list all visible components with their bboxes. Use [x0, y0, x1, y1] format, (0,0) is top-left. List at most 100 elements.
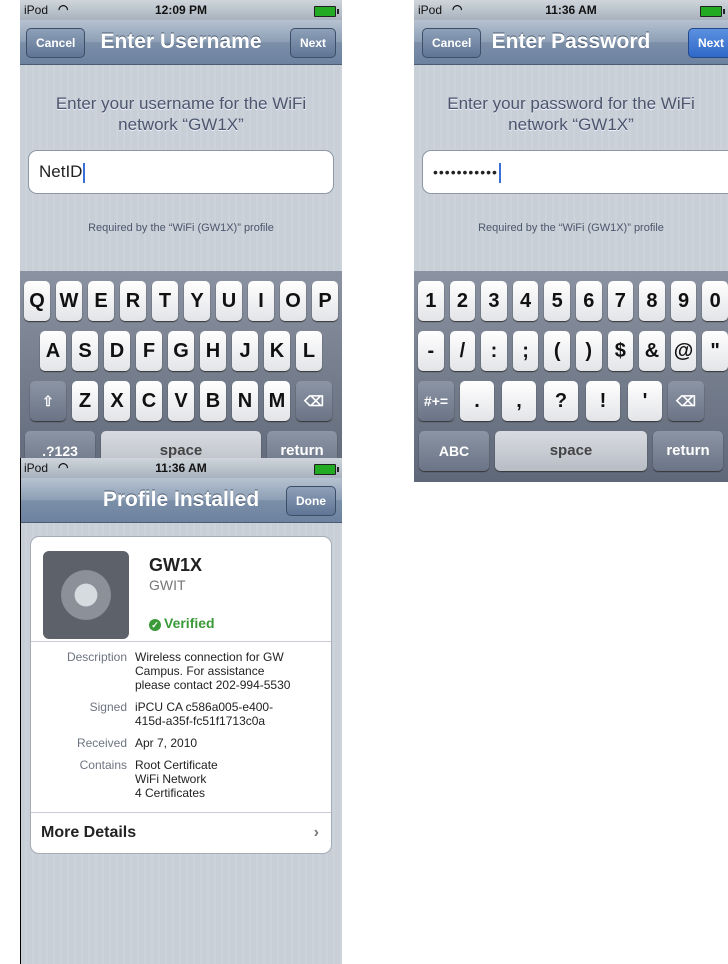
letter-key[interactable]: V — [168, 381, 194, 421]
text-caret — [83, 162, 86, 183]
next-button[interactable]: Next — [289, 28, 336, 58]
letter-key[interactable]: K — [264, 331, 290, 371]
username-field[interactable]: NetID — [28, 150, 334, 194]
symbol-key[interactable]: ( — [544, 331, 570, 371]
username-value: NetID — [39, 162, 83, 181]
clock: 11:36 AM — [155, 461, 207, 475]
letter-key[interactable]: J — [232, 331, 258, 371]
verified-label: Verified — [164, 615, 215, 631]
letter-key[interactable]: W — [56, 281, 82, 321]
battery-icon — [314, 464, 339, 475]
letter-key[interactable]: T — [152, 281, 178, 321]
status-bar: iPod ◠ 12:09 PM — [20, 0, 342, 20]
letter-key[interactable]: D — [104, 331, 130, 371]
digit-key[interactable]: 9 — [670, 281, 697, 321]
check-icon: ✓ — [149, 619, 161, 631]
frame-border — [20, 458, 21, 964]
letter-key[interactable]: C — [136, 381, 162, 421]
profile-note: Required by the “WiFi (GW1X)” profile — [478, 222, 664, 234]
next-button[interactable]: Next — [687, 28, 728, 58]
profile-org: GWIT — [149, 577, 186, 593]
nav-bar: Cancel Enter Password Next — [414, 20, 728, 65]
prompt-text: Enter your password for the WiFi network… — [447, 94, 695, 134]
detail-value: Wireless connection for GW Campus. For a… — [135, 650, 291, 692]
space-key[interactable]: space — [495, 431, 647, 471]
symbol-key[interactable]: " — [702, 331, 728, 371]
digit-key[interactable]: 0 — [702, 281, 728, 321]
profile-installed-screen: iPod ◠ 11:36 AM Profile Installed Done G… — [20, 458, 342, 964]
more-details-row[interactable]: More Details › — [31, 812, 331, 853]
battery-icon — [700, 6, 725, 17]
letters-key[interactable]: ABC — [419, 431, 489, 471]
digit-key[interactable]: 6 — [575, 281, 602, 321]
letter-key[interactable]: Y — [184, 281, 210, 321]
digit-key[interactable]: 5 — [544, 281, 570, 321]
prompt-text: Enter your username for the WiFi network… — [55, 94, 307, 134]
nav-bar: Cancel Enter Username Next — [20, 20, 342, 65]
clock: 11:36 AM — [545, 3, 597, 17]
letter-key[interactable]: B — [200, 381, 226, 421]
symbol-key[interactable]: $ — [607, 331, 634, 371]
letter-key[interactable]: N — [232, 381, 258, 421]
punctuation-key[interactable]: ! — [586, 381, 620, 421]
punctuation-key[interactable]: . — [460, 381, 494, 421]
letter-key[interactable]: S — [72, 331, 98, 371]
password-screen: iPod ◠ 11:36 AM Cancel Enter Password Ne… — [414, 0, 728, 482]
backspace-key[interactable]: ⌫ — [668, 381, 704, 421]
detail-label: Received — [76, 736, 127, 750]
text-caret — [498, 162, 501, 183]
letter-key[interactable]: R — [120, 281, 146, 321]
detail-row: Contains Root Certificate WiFi Network 4 … — [31, 758, 331, 800]
password-value: ••••••••••• — [433, 164, 498, 180]
battery-icon — [314, 6, 339, 17]
symbol-key[interactable]: / — [449, 331, 476, 371]
digit-key[interactable]: 1 — [418, 281, 444, 321]
punctuation-key[interactable]: , — [502, 381, 536, 421]
digit-key[interactable]: 7 — [607, 281, 634, 321]
punctuation-key[interactable]: ? — [544, 381, 578, 421]
symbol-key[interactable]: ) — [575, 331, 602, 371]
backspace-key[interactable]: ⌫ — [296, 381, 332, 421]
done-button[interactable]: Done — [286, 486, 336, 516]
digit-key[interactable]: 2 — [449, 281, 476, 321]
digit-key[interactable]: 3 — [481, 281, 507, 321]
form-area: Enter your password for the WiFi network… — [414, 65, 728, 273]
letter-key[interactable]: I — [248, 281, 274, 321]
letter-key[interactable]: Z — [72, 381, 98, 421]
more-details-label: More Details — [41, 824, 137, 841]
symbol-key[interactable]: ; — [512, 331, 539, 371]
symbol-key[interactable]: : — [481, 331, 507, 371]
profile-area: GW1X GWIT ✓ Verified Description Wireless … — [20, 523, 342, 964]
letter-key[interactable]: H — [200, 331, 226, 371]
letter-key[interactable]: Q — [24, 281, 50, 321]
form-area: Enter your username for the WiFi network… — [20, 65, 342, 273]
letter-key[interactable]: G — [168, 331, 194, 371]
shift-key[interactable]: ⇧ — [30, 381, 66, 421]
letter-key[interactable]: M — [264, 381, 290, 421]
status-bar: iPod ◠ 11:36 AM — [20, 458, 342, 478]
symbol-key[interactable]: - — [418, 331, 444, 371]
return-key[interactable]: return — [653, 431, 723, 471]
password-field[interactable]: ••••••••••• — [422, 150, 728, 194]
detail-value: Apr 7, 2010 — [135, 736, 198, 750]
letter-key[interactable]: A — [40, 331, 66, 371]
nav-bar: Profile Installed Done — [20, 478, 342, 523]
letter-key[interactable]: L — [296, 331, 322, 371]
letter-key[interactable]: X — [104, 381, 130, 421]
symbol-key[interactable]: @ — [670, 331, 697, 371]
letter-key[interactable]: O — [280, 281, 306, 321]
digit-key[interactable]: 8 — [639, 281, 665, 321]
detail-row: Description Wireless connection for GW Ca… — [31, 650, 331, 692]
digit-key[interactable]: 4 — [512, 281, 539, 321]
punctuation-key[interactable]: ' — [628, 381, 662, 421]
detail-value: iPCU CA c586a005-e400- 415d-a35f-fc51f17… — [135, 700, 274, 728]
letter-key[interactable]: E — [88, 281, 114, 321]
letter-key[interactable]: F — [136, 331, 162, 371]
letter-key[interactable]: U — [216, 281, 242, 321]
username-screen: iPod ◠ 12:09 PM Cancel Enter Username Ne… — [20, 0, 342, 482]
symbol-key[interactable]: & — [639, 331, 665, 371]
detail-row: Received Apr 7, 2010 — [31, 736, 331, 750]
detail-label: Description — [66, 650, 127, 664]
letter-key[interactable]: P — [312, 281, 338, 321]
symbols-key[interactable]: #+= — [418, 381, 454, 421]
